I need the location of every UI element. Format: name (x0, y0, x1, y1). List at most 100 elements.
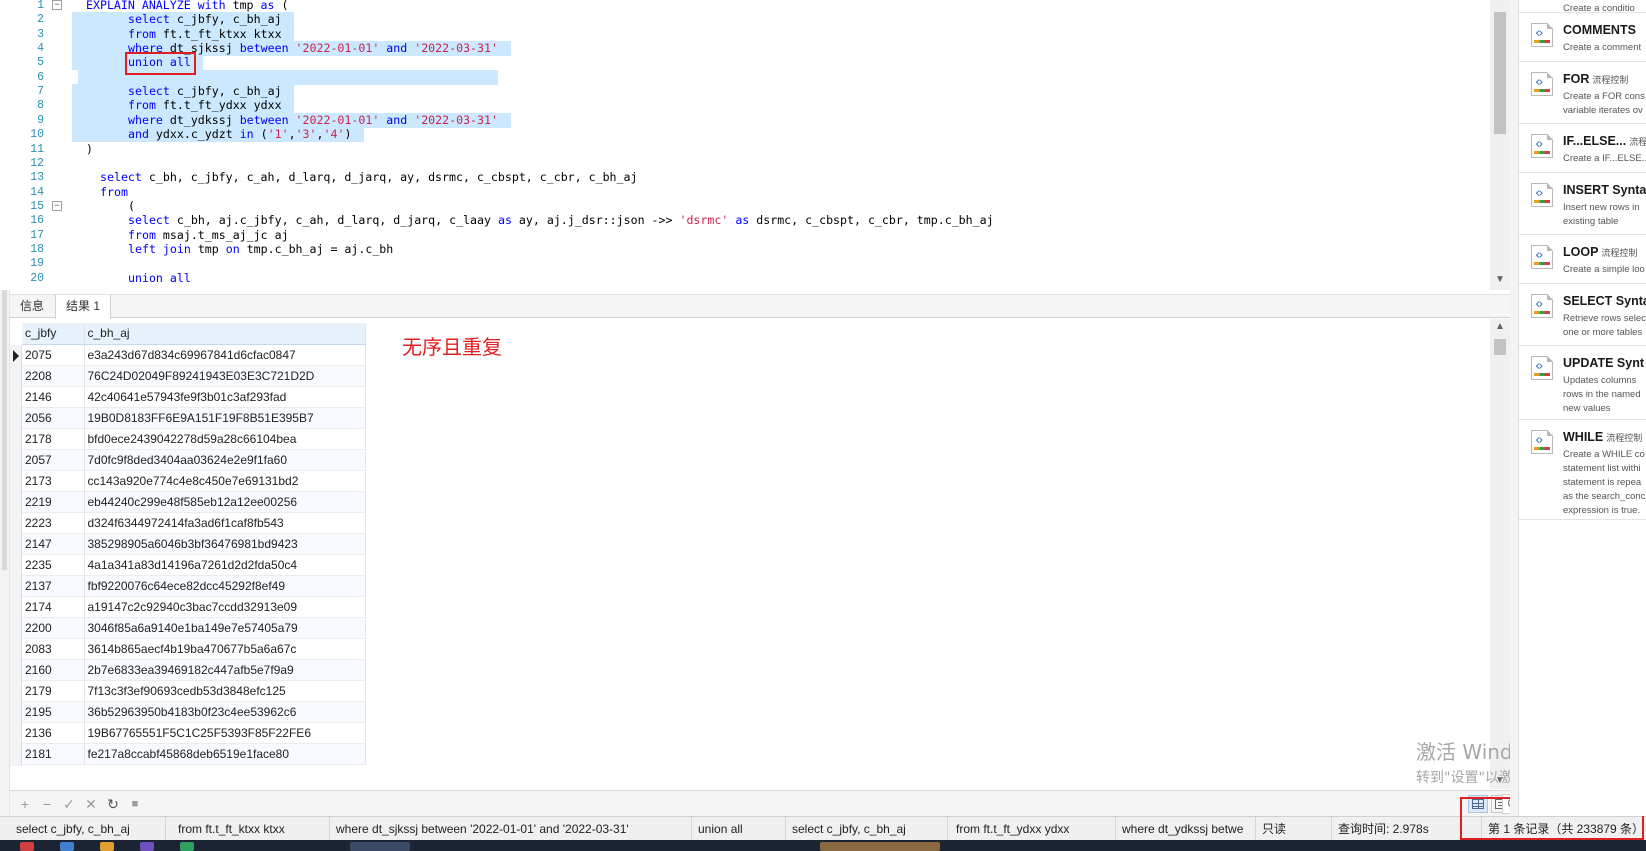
code-line[interactable]: 9 where dt_ydkssj between '2022-01-01' an… (10, 112, 1490, 128)
fold-toggle-icon[interactable]: − (52, 0, 62, 10)
row-indicator[interactable] (10, 345, 22, 367)
code-line[interactable]: 1 EXPLAIN ANALYZE with tmp as (− (10, 0, 1490, 13)
cell-c-jbfy[interactable]: 2160 (22, 659, 85, 681)
code-text[interactable]: ) (86, 142, 93, 157)
column-header-c-jbfy[interactable]: c_jbfy (22, 323, 85, 345)
apply-changes-icon[interactable]: ✓ (60, 795, 78, 813)
cell-c-bh-aj[interactable]: 36b52963950b4183b0f23c4ee53962c6 (84, 701, 366, 723)
row-indicator[interactable] (10, 639, 22, 661)
editor-vertical-scrollbar[interactable]: ▼ (1490, 0, 1510, 290)
code-line[interactable]: 10 and ydxx.c_ydzt in ('1','3','4') (10, 127, 1490, 143)
code-text[interactable]: and ydxx.c_ydzt in ('1','3','4') (128, 127, 351, 142)
cell-c-bh-aj[interactable]: 42c40641e57943fe9f3b01c3af293fad (84, 386, 366, 408)
tab-result-1[interactable]: 结果 1 (55, 295, 112, 320)
snippet-item[interactable]: SELECT Synta Retrieve rows selec one or m… (1519, 284, 1646, 346)
code-text[interactable]: from ft.t_ft_ktxx ktxx (128, 27, 282, 42)
snippet-item[interactable]: WHILE流程控制 Create a WHILE co statement lis… (1519, 420, 1646, 520)
grid-vertical-scrollbar[interactable]: ▲ ▼ (1490, 319, 1510, 789)
cell-c-bh-aj[interactable]: eb44240c299e48f585eb12a12ee00256 (84, 491, 366, 513)
scroll-down-arrow-icon[interactable]: ▼ (1495, 274, 1505, 285)
snippet-item[interactable]: LOOP流程控制 Create a simple loo (1519, 235, 1646, 284)
table-row[interactable]: 2075 e3a243d67d834c69967841d6cfac0847 (22, 344, 366, 366)
code-line[interactable]: 13 select c_bh, c_jbfy, c_ah, d_larq, d_j… (10, 170, 1490, 185)
code-line[interactable]: 4 where dt_sjkssj between '2022-01-01' an… (10, 41, 1490, 57)
table-row[interactable]: 2147 385298905a6046b3bf36476981bd9423 (22, 533, 366, 555)
cell-c-bh-aj[interactable]: 2b7e6833ea39469182c447afb5e7f9a9 (84, 659, 366, 681)
code-text[interactable]: left join tmp on tmp.c_bh_aj = aj.c_bh (128, 242, 393, 257)
taskbar-app-icon[interactable] (60, 842, 74, 851)
code-line[interactable]: 19 (10, 256, 1490, 271)
tab-info[interactable]: 信息 (10, 295, 54, 319)
cell-c-bh-aj[interactable]: 7d0fc9f8ded3404aa03624e2e9f1fa60 (84, 449, 366, 471)
code-line[interactable]: 8 from ft.t_ft_ydxx ydxx (10, 98, 1490, 114)
cell-c-jbfy[interactable]: 2208 (22, 365, 85, 387)
snippet-item[interactable]: INSERT Synta Insert new rows in existing … (1519, 173, 1646, 235)
table-row[interactable]: 2223 d324f6344972414fa3ad6f1caf8fb543 (22, 512, 366, 534)
refresh-icon[interactable]: ↻ (104, 795, 122, 813)
code-line[interactable]: 12 (10, 156, 1490, 171)
row-indicator[interactable] (10, 513, 22, 535)
code-text[interactable]: select c_jbfy, c_bh_aj (128, 84, 282, 99)
code-line[interactable]: 3 from ft.t_ft_ktxx ktxx (10, 26, 1490, 42)
cell-c-jbfy[interactable]: 2179 (22, 680, 85, 702)
taskbar-app-icon[interactable] (180, 842, 194, 851)
row-indicator[interactable] (10, 555, 22, 577)
row-indicator[interactable] (10, 387, 22, 409)
cell-c-jbfy[interactable]: 2083 (22, 638, 85, 660)
code-text[interactable]: select c_jbfy, c_bh_aj (128, 12, 282, 27)
code-line[interactable]: 7 select c_jbfy, c_bh_aj (10, 84, 1490, 100)
snippet-item[interactable]: COMMENTS Create a comment (1519, 13, 1646, 62)
code-text[interactable]: select c_bh, aj.c_jbfy, c_ah, d_larq, d_… (128, 213, 994, 228)
cell-c-jbfy[interactable]: 2195 (22, 701, 85, 723)
code-line[interactable]: 15 (− (10, 199, 1490, 214)
code-text[interactable]: from ft.t_ft_ydxx ydxx (128, 98, 282, 113)
cell-c-bh-aj[interactable]: a19147c2c92940c3bac7ccdd32913e09 (84, 596, 366, 618)
result-table[interactable]: c_jbfy c_bh_aj 2075 e3a243d67d834c6996784… (22, 323, 366, 765)
cell-c-bh-aj[interactable]: 385298905a6046b3bf36476981bd9423 (84, 533, 366, 555)
cell-c-jbfy[interactable]: 2200 (22, 617, 85, 639)
table-row[interactable]: 2057 7d0fc9f8ded3404aa03624e2e9f1fa60 (22, 449, 366, 471)
snippet-item[interactable]: FOR流程控制 Create a FOR cons variable iterat… (1519, 62, 1646, 124)
scroll-up-arrow-icon[interactable]: ▲ (1495, 321, 1505, 332)
snippet-item[interactable]: IF...ELSE...流程 Create a IF...ELSE... (1519, 124, 1646, 173)
cell-c-jbfy[interactable]: 2235 (22, 554, 85, 576)
row-indicator[interactable] (10, 576, 22, 598)
taskbar-app-icon[interactable] (140, 842, 154, 851)
cell-c-jbfy[interactable]: 2147 (22, 533, 85, 555)
code-line[interactable]: 16 select c_bh, aj.c_jbfy, c_ah, d_larq, … (10, 213, 1490, 228)
row-indicator[interactable] (10, 618, 22, 640)
code-line[interactable]: 5 union all (10, 55, 1490, 71)
table-row[interactable]: 2174 a19147c2c92940c3bac7ccdd32913e09 (22, 596, 366, 618)
cell-c-jbfy[interactable]: 2173 (22, 470, 85, 492)
code-line[interactable]: 6 (10, 69, 1490, 85)
table-row[interactable]: 2173 cc143a920e774c4e8c450e7e69131bd2 (22, 470, 366, 492)
taskbar-app-icon[interactable] (350, 842, 410, 851)
table-row[interactable]: 2179 7f13c3f3ef90693cedb53d3848efc125 (22, 680, 366, 702)
cell-c-bh-aj[interactable]: d324f6344972414fa3ad6f1caf8fb543 (84, 512, 366, 534)
cell-c-bh-aj[interactable]: 7f13c3f3ef90693cedb53d3848efc125 (84, 680, 366, 702)
snippet-item[interactable]: Create a conditio (1519, 0, 1646, 14)
cell-c-bh-aj[interactable]: bfd0ece2439042278d59a28c66104bea (84, 428, 366, 450)
cell-c-jbfy[interactable]: 2056 (22, 407, 85, 429)
column-header-c-bh-aj[interactable]: c_bh_aj (84, 323, 366, 345)
stop-icon[interactable]: ■ (126, 795, 144, 813)
code-line[interactable]: 2 select c_jbfy, c_bh_aj (10, 12, 1490, 28)
code-text[interactable]: union all (128, 271, 191, 286)
row-indicator[interactable] (10, 723, 22, 745)
delete-record-icon[interactable]: − (38, 795, 56, 813)
table-row[interactable]: 2056 19B0D8183FF6E9A151F19F8B51E395B7 (22, 407, 366, 429)
table-row[interactable]: 2219 eb44240c299e48f585eb12a12ee00256 (22, 491, 366, 513)
row-indicator[interactable] (10, 429, 22, 451)
snippet-panel-splitter[interactable] (1510, 0, 1518, 816)
row-indicator[interactable] (10, 408, 22, 430)
table-row[interactable]: 2181 fe217a8ccabf45868deb6519e1face80 (22, 743, 366, 765)
row-indicator[interactable] (10, 744, 22, 766)
cell-c-jbfy[interactable]: 2181 (22, 743, 85, 765)
cell-c-jbfy[interactable]: 2136 (22, 722, 85, 744)
cell-c-jbfy[interactable]: 2223 (22, 512, 85, 534)
table-row[interactable]: 2208 76C24D02049F89241943E03E3C721D2D (22, 365, 366, 387)
code-text[interactable]: from msaj.t_ms_aj_jc aj (128, 228, 289, 243)
add-record-icon[interactable]: + (16, 795, 34, 813)
fold-toggle-icon[interactable]: − (52, 200, 62, 211)
row-indicator[interactable] (10, 471, 22, 493)
